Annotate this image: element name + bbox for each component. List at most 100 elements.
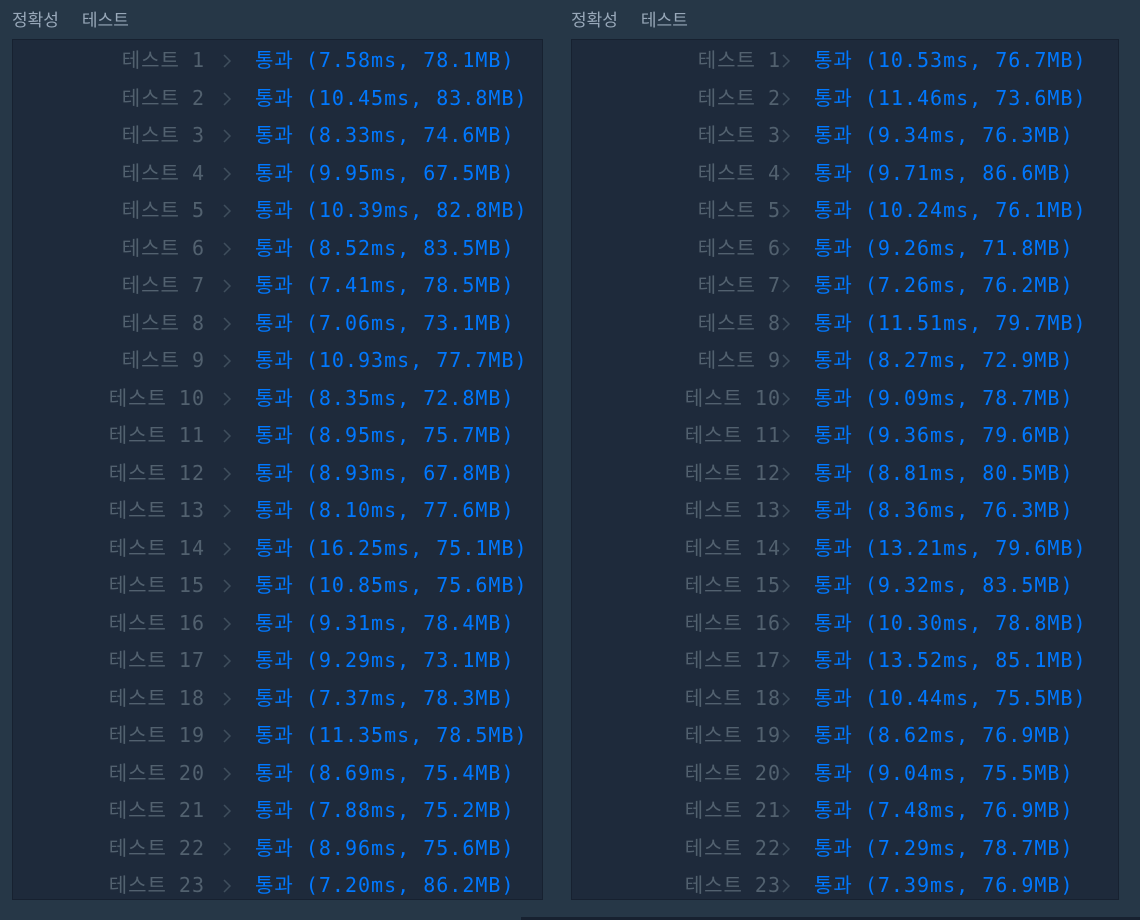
- test-result-row[interactable]: 테스트 21 통과 (7.48ms, 76.9MB): [572, 792, 1118, 830]
- test-result-row[interactable]: 테스트 9 통과 (10.93ms, 77.7MB): [13, 342, 542, 380]
- test-result-row[interactable]: 테스트 17 통과 (9.29ms, 73.1MB): [13, 642, 542, 680]
- result-open-paren: (: [305, 723, 319, 747]
- test-result-row[interactable]: 테스트 18 통과 (7.37ms, 78.3MB): [13, 680, 542, 718]
- result-time: 7.26ms: [877, 273, 957, 297]
- test-result: 통과 (9.31ms, 78.4MB): [255, 605, 515, 643]
- result-close-paren: ): [1060, 385, 1074, 410]
- result-open-paren: (: [305, 610, 319, 635]
- test-case-label: 테스트 1: [122, 42, 205, 80]
- test-result-row[interactable]: 테스트 3 통과 (8.33ms, 74.6MB): [13, 117, 542, 155]
- test-result-row[interactable]: 테스트 15 통과 (9.32ms, 83.5MB): [572, 567, 1118, 605]
- test-result-row[interactable]: 테스트 12 통과 (8.81ms, 80.5MB): [572, 455, 1118, 493]
- test-result-row[interactable]: 테스트 11 통과 (9.36ms, 79.6MB): [572, 417, 1118, 455]
- test-result-row[interactable]: 테스트 10 통과 (9.09ms, 78.7MB): [572, 380, 1118, 418]
- result-open-paren: (: [305, 873, 319, 897]
- test-case-label: 테스트 2: [698, 80, 781, 118]
- result-open-paren: (: [305, 685, 319, 710]
- result-memory: 67.5MB: [423, 160, 502, 185]
- test-result: 통과 (10.93ms, 77.7MB): [255, 342, 528, 380]
- test-result-row[interactable]: 테스트 13 통과 (8.10ms, 77.6MB): [13, 492, 542, 530]
- result-separator: ,: [397, 310, 424, 335]
- pass-status: 통과: [814, 48, 853, 72]
- test-result-row[interactable]: 테스트 23 통과 (7.39ms, 76.9MB): [572, 867, 1118, 905]
- test-result-row[interactable]: 테스트 16 통과 (10.30ms, 78.8MB): [572, 605, 1118, 643]
- result-separator: ,: [397, 235, 424, 260]
- test-result-row[interactable]: 테스트 8 통과 (7.06ms, 73.1MB): [13, 305, 542, 343]
- chevron-right-icon: [780, 766, 791, 781]
- test-result-row[interactable]: 테스트 4 통과 (9.95ms, 67.5MB): [13, 155, 542, 193]
- pass-status: 통과: [255, 535, 294, 560]
- test-result-row[interactable]: 테스트 11 통과 (8.95ms, 75.7MB): [13, 417, 542, 455]
- test-result-row[interactable]: 테스트 1 통과 (7.58ms, 78.1MB): [13, 42, 542, 80]
- result-time: 7.58ms: [318, 48, 398, 72]
- test-case-label: 테스트 17: [685, 642, 781, 680]
- test-result-row[interactable]: 테스트 4 통과 (9.71ms, 86.6MB): [572, 155, 1118, 193]
- pass-status: 통과: [814, 798, 853, 822]
- result-close-paren: ): [1073, 685, 1087, 710]
- test-result-row[interactable]: 테스트 3 통과 (9.34ms, 76.3MB): [572, 117, 1118, 155]
- test-number: 8: [191, 310, 205, 335]
- test-result-row[interactable]: 테스트 15 통과 (10.85ms, 75.6MB): [13, 567, 542, 605]
- test-result-row[interactable]: 테스트 8 통과 (11.51ms, 79.7MB): [572, 305, 1118, 343]
- test-result-row[interactable]: 테스트 20 통과 (9.04ms, 75.5MB): [572, 755, 1118, 793]
- result-open-paren: (: [864, 310, 878, 335]
- test-result-row[interactable]: 테스트 19 통과 (8.62ms, 76.9MB): [572, 717, 1118, 755]
- test-result-row[interactable]: 테스트 20 통과 (8.69ms, 75.4MB): [13, 755, 542, 793]
- test-result-row[interactable]: 테스트 22 통과 (8.96ms, 75.6MB): [13, 830, 542, 868]
- chevron-right-icon: [221, 579, 232, 593]
- test-result-row[interactable]: 테스트 14 통과 (13.21ms, 79.6MB): [572, 530, 1118, 568]
- test-result-row[interactable]: 테스트 6 통과 (8.52ms, 83.5MB): [13, 230, 542, 268]
- result-memory: 78.1MB: [423, 48, 502, 72]
- test-result-row[interactable]: 테스트 2 통과 (10.45ms, 83.8MB): [13, 80, 542, 118]
- result-memory: 76.9MB: [982, 798, 1061, 822]
- test-result-row[interactable]: 테스트 9 통과 (8.27ms, 72.9MB): [572, 342, 1118, 380]
- test-result-row[interactable]: 테스트 5 통과 (10.39ms, 82.8MB): [13, 192, 542, 230]
- result-close-paren: ): [1060, 460, 1074, 485]
- result-open-paren: (: [305, 498, 319, 522]
- test-number: 6: [191, 235, 205, 260]
- test-result-row[interactable]: 테스트 21 통과 (7.88ms, 75.2MB): [13, 792, 542, 830]
- test-result-row[interactable]: 테스트 6 통과 (9.26ms, 71.8MB): [572, 230, 1118, 268]
- result-close-paren: ): [501, 235, 515, 260]
- result-memory: 75.4MB: [423, 760, 502, 785]
- test-result-row[interactable]: 테스트 12 통과 (8.93ms, 67.8MB): [13, 455, 542, 493]
- test-result: 통과 (7.37ms, 78.3MB): [255, 680, 515, 718]
- result-time: 13.21ms: [877, 535, 970, 560]
- test-result: 통과 (9.26ms, 71.8MB): [814, 230, 1074, 268]
- test-result-row[interactable]: 테스트 17 통과 (13.52ms, 85.1MB): [572, 642, 1118, 680]
- result-separator: ,: [969, 685, 996, 710]
- test-result: 통과 (10.39ms, 82.8MB): [255, 192, 528, 230]
- test-result-row[interactable]: 테스트 7 통과 (7.41ms, 78.5MB): [13, 267, 542, 305]
- result-time: 8.10ms: [318, 498, 398, 522]
- pass-status: 통과: [814, 123, 853, 147]
- result-open-paren: (: [864, 423, 878, 447]
- test-word: 테스트: [684, 648, 743, 672]
- test-result-row[interactable]: 테스트 1 통과 (10.53ms, 76.7MB): [572, 42, 1118, 80]
- test-result-row[interactable]: 테스트 5 통과 (10.24ms, 76.1MB): [572, 192, 1118, 230]
- chevron-right-icon: [221, 391, 232, 406]
- pass-status: 통과: [814, 723, 853, 747]
- test-result: 통과 (7.26ms, 76.2MB): [814, 267, 1074, 305]
- test-result-row[interactable]: 테스트 14 통과 (16.25ms, 75.1MB): [13, 530, 542, 568]
- result-separator: ,: [969, 610, 996, 635]
- test-result-row[interactable]: 테스트 16 통과 (9.31ms, 78.4MB): [13, 605, 542, 643]
- test-case-label: 테스트 12: [685, 455, 781, 493]
- test-result-row[interactable]: 테스트 10 통과 (8.35ms, 72.8MB): [13, 380, 542, 418]
- result-close-paren: ): [501, 310, 515, 335]
- test-number: 19: [178, 723, 205, 747]
- test-number: 13: [178, 498, 205, 522]
- test-result-row[interactable]: 테스트 7 통과 (7.26ms, 76.2MB): [572, 267, 1118, 305]
- test-result-row[interactable]: 테스트 19 통과 (11.35ms, 78.5MB): [13, 717, 542, 755]
- test-result-row[interactable]: 테스트 23 통과 (7.20ms, 86.2MB): [13, 867, 542, 905]
- test-result-row[interactable]: 테스트 18 통과 (10.44ms, 75.5MB): [572, 680, 1118, 718]
- pass-status: 통과: [814, 348, 853, 372]
- result-time: 10.93ms: [318, 348, 411, 372]
- chevron-right-icon: [221, 429, 232, 443]
- result-close-paren: ): [514, 573, 528, 597]
- test-result-row[interactable]: 테스트 2 통과 (11.46ms, 73.6MB): [572, 80, 1118, 118]
- test-result-row[interactable]: 테스트 22 통과 (7.29ms, 78.7MB): [572, 830, 1118, 868]
- result-time: 7.20ms: [318, 873, 398, 897]
- test-number: 9: [191, 348, 205, 372]
- chevron-right-icon: [780, 841, 791, 856]
- test-result-row[interactable]: 테스트 13 통과 (8.36ms, 76.3MB): [572, 492, 1118, 530]
